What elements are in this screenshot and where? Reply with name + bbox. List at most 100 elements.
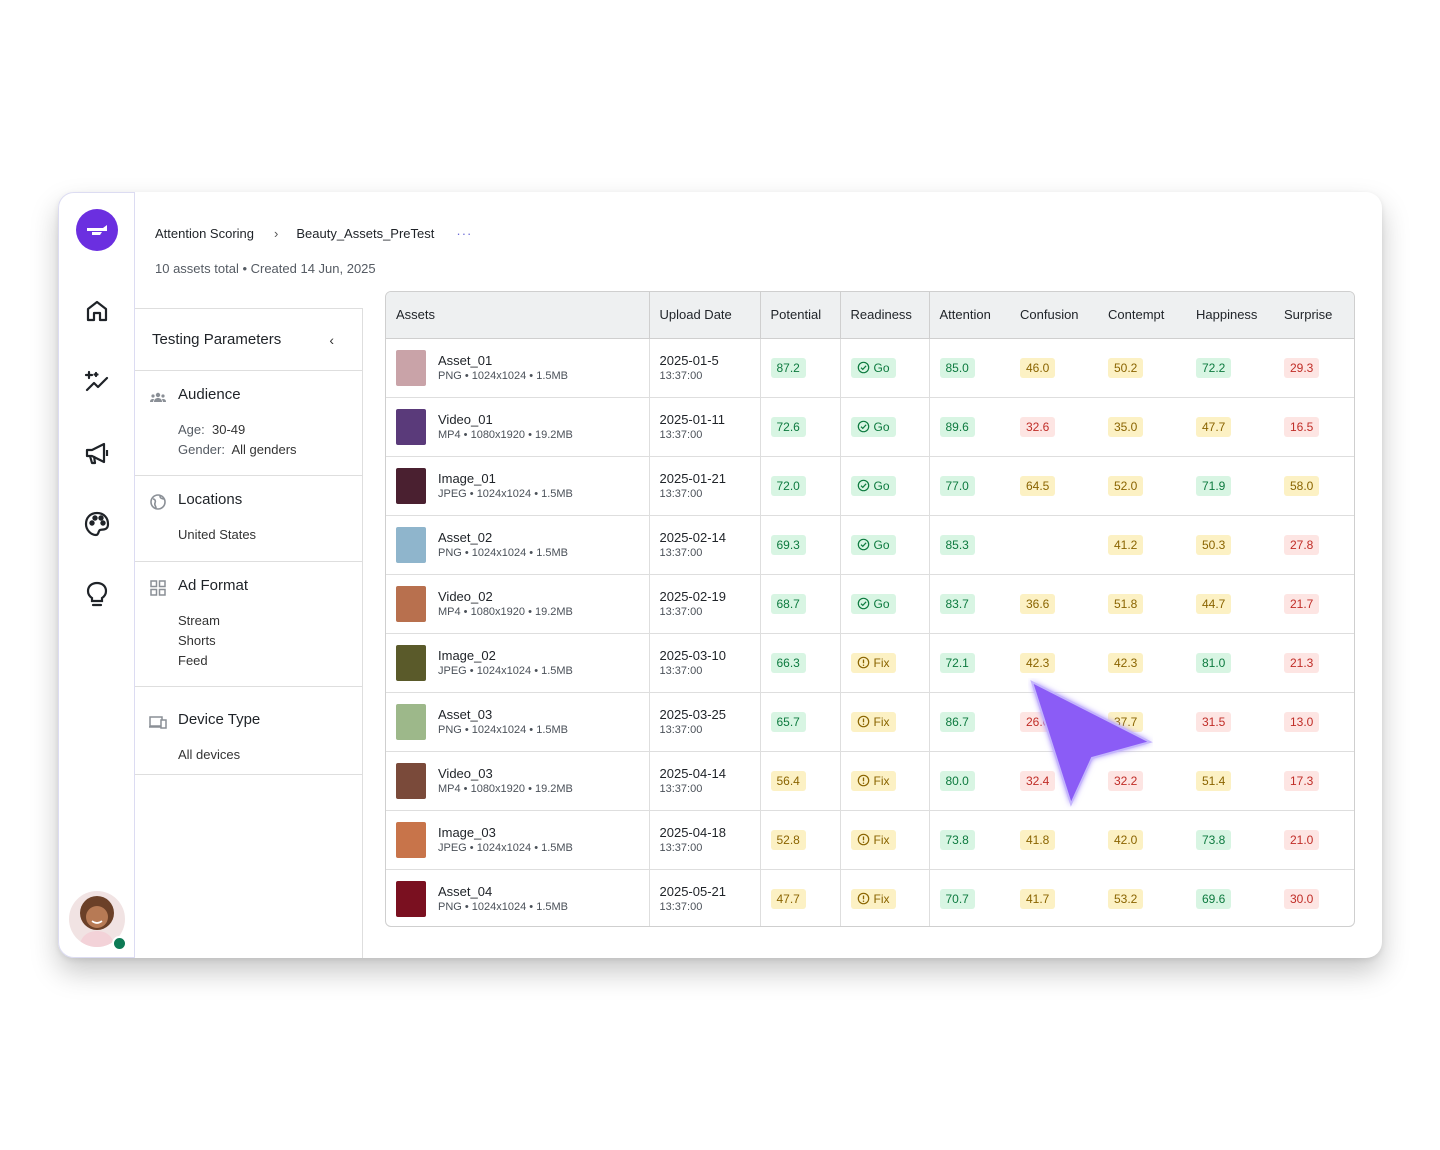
table-row[interactable]: Asset_02 PNG • 1024x1024 • 1.5MB 2025-02…	[386, 515, 1354, 574]
upload-date: 2025-01-21	[659, 470, 727, 486]
table-row[interactable]: Video_03 MP4 • 1080x1920 • 19.2MB 2025-0…	[386, 751, 1354, 810]
asset-meta: PNG • 1024x1024 • 1.5MB	[438, 546, 568, 559]
surprise-cell: 29.3	[1274, 338, 1354, 397]
attention-cell: 73.8	[929, 810, 1010, 869]
happiness-cell: 73.8	[1186, 810, 1274, 869]
ad-format-section[interactable]: Ad Format Stream Shorts Feed	[135, 562, 362, 687]
table-row[interactable]: Asset_04 PNG • 1024x1024 • 1.5MB 2025-05…	[386, 869, 1354, 926]
contempt-score: 32.2	[1108, 770, 1144, 791]
readiness-badge: Go	[850, 534, 896, 555]
surprise-cell: 17.3	[1274, 751, 1354, 810]
table-row[interactable]: Video_01 MP4 • 1080x1920 • 19.2MB 2025-0…	[386, 397, 1354, 456]
audience-section[interactable]: Audience Age: 30-49 Gender: All genders	[135, 371, 362, 476]
project-summary: 10 assets total • Created 14 Jun, 2025	[155, 261, 376, 276]
asset-info[interactable]: Asset_03 PNG • 1024x1024 • 1.5MB	[396, 703, 649, 740]
happiness-cell: 72.2	[1186, 338, 1274, 397]
happiness-cell: 69.6	[1186, 869, 1274, 926]
devices-icon	[149, 716, 167, 729]
col-readiness[interactable]: Readiness	[840, 292, 930, 339]
col-potential[interactable]: Potential	[760, 292, 841, 339]
sparkle-chart-icon[interactable]	[79, 364, 115, 400]
table-row[interactable]: Image_01 JPEG • 1024x1024 • 1.5MB 2025-0…	[386, 456, 1354, 515]
contempt-score: 51.8	[1108, 593, 1144, 614]
contempt-cell: 41.2	[1098, 515, 1186, 574]
megaphone-icon[interactable]	[79, 435, 115, 471]
readiness-badge: Go	[850, 357, 896, 378]
asset-thumbnail[interactable]	[396, 703, 426, 740]
ad-format-title: Ad Format	[178, 577, 249, 594]
more-options-button[interactable]: ···	[456, 226, 472, 241]
locations-value: United States	[178, 527, 257, 542]
col-happiness[interactable]: Happiness	[1186, 292, 1274, 339]
asset-thumbnail[interactable]	[396, 467, 426, 504]
col-attention[interactable]: Attention	[929, 292, 1010, 339]
readiness-cell: Fix	[840, 810, 930, 869]
asset-thumbnail[interactable]	[396, 644, 426, 681]
asset-thumbnail[interactable]	[396, 762, 426, 799]
audience-gender: Gender: All genders	[178, 442, 297, 457]
asset-info[interactable]: Video_03 MP4 • 1080x1920 • 19.2MB	[396, 762, 649, 799]
col-upload-date[interactable]: Upload Date	[649, 292, 761, 339]
upload-time: 13:37:00	[659, 369, 703, 382]
table-row[interactable]: Asset_03 PNG • 1024x1024 • 1.5MB 2025-03…	[386, 692, 1354, 751]
grid-icon	[150, 580, 166, 596]
table-row[interactable]: Asset_01 PNG • 1024x1024 • 1.5MB 2025-01…	[386, 338, 1354, 397]
locations-section[interactable]: Locations United States	[135, 476, 362, 562]
upload-time: 13:37:00	[659, 723, 703, 736]
potential-score: 56.4	[770, 770, 806, 791]
confusion-score: 26.6	[1020, 711, 1056, 732]
palette-icon[interactable]	[79, 506, 115, 542]
surprise-score: 13.0	[1284, 711, 1320, 732]
table-header-row: Assets Upload Date Potential Readiness A…	[386, 292, 1354, 339]
asset-info[interactable]: Image_01 JPEG • 1024x1024 • 1.5MB	[396, 467, 649, 504]
locations-title: Locations	[178, 491, 243, 508]
asset-info[interactable]: Image_03 JPEG • 1024x1024 • 1.5MB	[396, 821, 649, 858]
asset-info[interactable]: Asset_01 PNG • 1024x1024 • 1.5MB	[396, 349, 649, 386]
asset-info[interactable]: Asset_02 PNG • 1024x1024 • 1.5MB	[396, 526, 649, 563]
asset-meta: JPEG • 1024x1024 • 1.5MB	[438, 841, 573, 854]
breadcrumb: Attention Scoring › Beauty_Assets_PreTes…	[155, 226, 472, 241]
upload-time: 13:37:00	[659, 487, 703, 500]
brand-logo[interactable]	[76, 209, 118, 251]
table-row[interactable]: Image_03 JPEG • 1024x1024 • 1.5MB 2025-0…	[386, 810, 1354, 869]
potential-cell: 72.6	[760, 397, 841, 456]
lightbulb-icon[interactable]	[79, 577, 115, 613]
col-confusion[interactable]: Confusion	[1010, 292, 1098, 339]
table-row[interactable]: Image_02 JPEG • 1024x1024 • 1.5MB 2025-0…	[386, 633, 1354, 692]
potential-score: 87.2	[770, 357, 806, 378]
asset-cell: Image_01 JPEG • 1024x1024 • 1.5MB	[386, 456, 650, 515]
breadcrumb-project[interactable]: Beauty_Assets_PreTest	[296, 226, 434, 241]
col-contempt[interactable]: Contempt	[1098, 292, 1186, 339]
asset-info[interactable]: Image_02 JPEG • 1024x1024 • 1.5MB	[396, 644, 649, 681]
readiness-badge: Fix	[850, 888, 896, 909]
asset-info[interactable]: Video_01 MP4 • 1080x1920 • 19.2MB	[396, 408, 649, 445]
asset-thumbnail[interactable]	[396, 349, 426, 386]
asset-name: Video_01	[438, 411, 493, 427]
upload-date: 2025-04-14	[659, 765, 727, 781]
asset-thumbnail[interactable]	[396, 526, 426, 563]
asset-thumbnail[interactable]	[396, 880, 426, 917]
contempt-score: 37.7	[1108, 711, 1144, 732]
breadcrumb-attention-scoring[interactable]: Attention Scoring	[155, 226, 254, 241]
asset-name: Asset_04	[438, 883, 493, 899]
surprise-score: 27.8	[1284, 534, 1320, 555]
asset-info[interactable]: Video_02 MP4 • 1080x1920 • 19.2MB	[396, 585, 649, 622]
happiness-score: 50.3	[1196, 534, 1232, 555]
confusion-cell: 41.8	[1010, 810, 1098, 869]
col-assets[interactable]: Assets	[386, 292, 650, 339]
collapse-panel-button[interactable]: ‹	[329, 332, 334, 348]
device-type-section[interactable]: Device Type All devices	[135, 687, 362, 775]
ad-format-stream: Stream	[178, 613, 220, 628]
panel-title: Testing Parameters	[152, 331, 282, 348]
surprise-score: 21.7	[1284, 593, 1320, 614]
asset-info[interactable]: Asset_04 PNG • 1024x1024 • 1.5MB	[396, 880, 649, 917]
attention-cell: 86.7	[929, 692, 1010, 751]
table-row[interactable]: Video_02 MP4 • 1080x1920 • 19.2MB 2025-0…	[386, 574, 1354, 633]
asset-thumbnail[interactable]	[396, 408, 426, 445]
contempt-score: 53.2	[1108, 888, 1144, 909]
home-icon[interactable]	[79, 293, 115, 329]
col-surprise[interactable]: Surprise	[1274, 292, 1354, 339]
alert-circle-icon	[857, 892, 869, 905]
asset-thumbnail[interactable]	[396, 821, 426, 858]
asset-thumbnail[interactable]	[396, 585, 426, 622]
